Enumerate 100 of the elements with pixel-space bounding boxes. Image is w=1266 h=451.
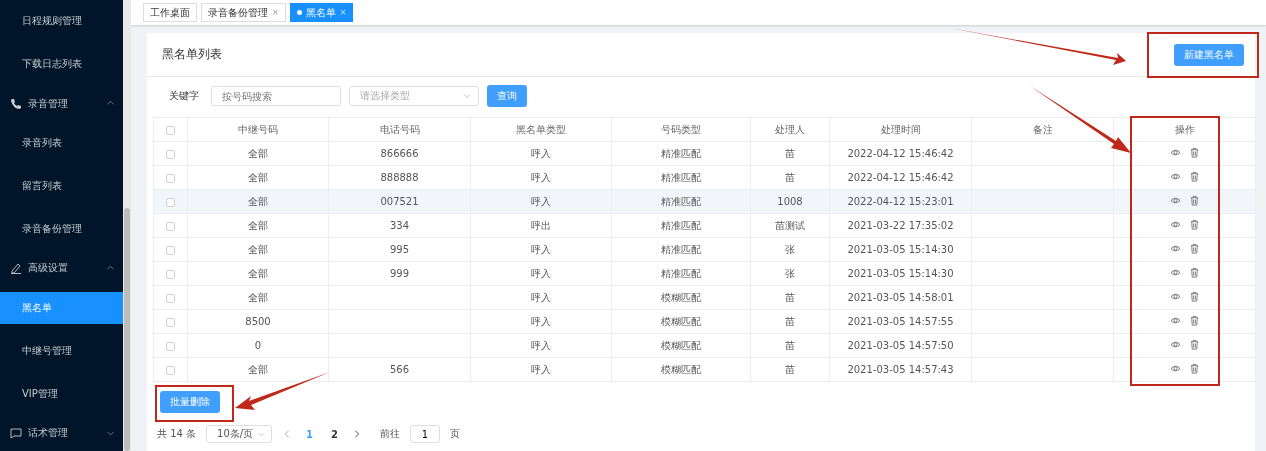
view-icon[interactable] [1169,315,1181,326]
table-cell: 精准匹配 [611,237,751,262]
checkbox[interactable] [166,293,175,303]
page-input[interactable]: 1 [410,425,441,443]
view-icon[interactable] [1169,291,1181,302]
sidebar-group[interactable]: 录音管理 [0,85,123,122]
sidebar-item[interactable]: 录音列表 [0,121,123,165]
tab-label: 黑名单 [305,5,336,20]
checkbox[interactable] [166,125,175,135]
table-cell: 007521 [328,189,471,214]
page-tab[interactable]: 录音备份管理 × [201,3,286,22]
view-icon[interactable] [1169,363,1181,374]
delete-icon[interactable] [1188,291,1200,302]
page-number[interactable]: 2 [327,428,343,440]
table-row[interactable]: 全部 334 呼出 精准匹配 苗测试 2021-03-22 17:35:02 [153,213,1256,238]
checkbox[interactable] [166,341,175,351]
sidebar-group[interactable]: 话术管理 [0,415,123,451]
checkbox[interactable] [166,149,175,159]
view-icon[interactable] [1169,147,1181,158]
checkbox[interactable] [166,317,175,327]
delete-icon[interactable] [1188,363,1200,374]
sidebar-item[interactable]: 中继号管理 [0,329,123,373]
table-cell: 精准匹配 [611,213,751,238]
scrollbar-thumb[interactable] [124,208,130,451]
table-cell: 全部 [187,189,329,214]
table-cell: 呼入 [470,285,612,310]
table-cell: 模糊匹配 [611,333,751,358]
delete-icon[interactable] [1188,219,1200,230]
table-row[interactable]: 全部 呼入 模糊匹配 苗 2021-03-05 14:58:01 [153,285,1256,310]
table-row[interactable]: 0 呼入 模糊匹配 苗 2021-03-05 14:57:50 [153,333,1256,358]
delete-icon[interactable] [1188,195,1200,206]
table-cell: 张 [750,237,830,262]
checkbox[interactable] [166,173,175,183]
tab-label: 工作桌面 [150,5,190,20]
table-row[interactable]: 全部 007521 呼入 精准匹配 1008 2022-04-12 15:23:01 [153,189,1256,214]
delete-icon[interactable] [1188,171,1200,182]
table-row[interactable]: 全部 888888 呼入 精准匹配 苗 2022-04-12 15:46:42 [153,165,1256,190]
sidebar-item[interactable]: 录音备份管理 [0,207,123,251]
column-header: 处理时间 [829,117,972,142]
view-icon[interactable] [1169,195,1181,206]
table-cell: 精准匹配 [611,189,751,214]
view-icon[interactable] [1169,267,1181,278]
delete-icon[interactable] [1188,339,1200,350]
table-cell: 模糊匹配 [611,285,751,310]
table-cell: 全部 [187,285,329,310]
table-cell: 苗测试 [750,213,830,238]
checkbox[interactable] [166,221,175,231]
table-row[interactable]: 8500 呼入 模糊匹配 苗 2021-03-05 14:57:55 [153,309,1256,334]
table-cell: 2021-03-05 14:57:55 [829,309,972,334]
table-row[interactable]: 全部 566 呼入 模糊匹配 苗 2021-03-05 14:57:43 [153,357,1256,382]
checkbox[interactable] [166,365,175,375]
table-cell: 呼入 [470,357,612,382]
table-cell: 模糊匹配 [611,309,751,334]
page-size-select[interactable]: 10条/页 [206,425,273,443]
delete-icon[interactable] [1188,315,1200,326]
delete-icon[interactable] [1188,267,1200,278]
table-row[interactable]: 全部 999 呼入 精准匹配 张 2021-03-05 15:14:30 [153,261,1256,286]
table-cell: 2022-04-12 15:46:42 [829,165,972,190]
table-cell: 2022-04-12 15:23:01 [829,189,972,214]
view-icon[interactable] [1169,171,1181,182]
table-cell: 呼入 [470,309,612,334]
checkbox[interactable] [166,269,175,279]
delete-icon[interactable] [1188,147,1200,158]
table-cell: 苗 [750,165,830,190]
group-label: 录音管理 [28,96,69,111]
sidebar-item[interactable]: 日程规则管理 [0,0,123,43]
checkbox[interactable] [166,245,175,255]
sidebar-item[interactable]: 留言列表 [0,164,123,208]
sidebar-item[interactable]: 下载日志列表 [0,42,123,86]
table-cell: 呼入 [470,237,612,262]
checkbox[interactable] [166,197,175,207]
table-row[interactable]: 全部 995 呼入 精准匹配 张 2021-03-05 15:14:30 [153,237,1256,262]
view-icon[interactable] [1169,339,1181,350]
table-cell: 呼入 [470,189,612,214]
search-field[interactable]: 按号码搜索 [211,86,341,106]
delete-icon[interactable] [1188,243,1200,254]
table-cell: 全部 [187,213,329,238]
table-cell: 2021-03-22 17:35:02 [829,213,972,238]
table-cell: 334 [328,213,471,238]
goto-label: 前往 [380,427,401,441]
view-icon[interactable] [1169,243,1181,254]
column-header: 处理人 [750,117,830,142]
table-cell: 566 [328,357,471,382]
page-tab[interactable]: 工作桌面 [143,3,197,22]
table-cell: 张 [750,261,830,286]
view-icon[interactable] [1169,219,1181,230]
sidebar-group[interactable]: 高级设置 [0,250,123,287]
table-cell: 呼入 [470,165,612,190]
phone-icon [10,97,22,110]
table-cell: 999 [328,261,471,286]
table-cell: 2021-03-05 15:14:30 [829,237,972,262]
table-cell: 苗 [750,141,830,166]
table-cell: 888888 [328,165,471,190]
table-cell: 苗 [750,309,830,334]
sidebar-item[interactable]: VIP管理 [0,372,123,416]
active-dot-icon [296,10,302,15]
table-row[interactable]: 全部 866666 呼入 精准匹配 苗 2022-04-12 15:46:42 [153,141,1256,166]
column-header: 备注 [971,117,1114,142]
table-cell: 995 [328,237,471,262]
table-cell: 全部 [187,237,329,262]
